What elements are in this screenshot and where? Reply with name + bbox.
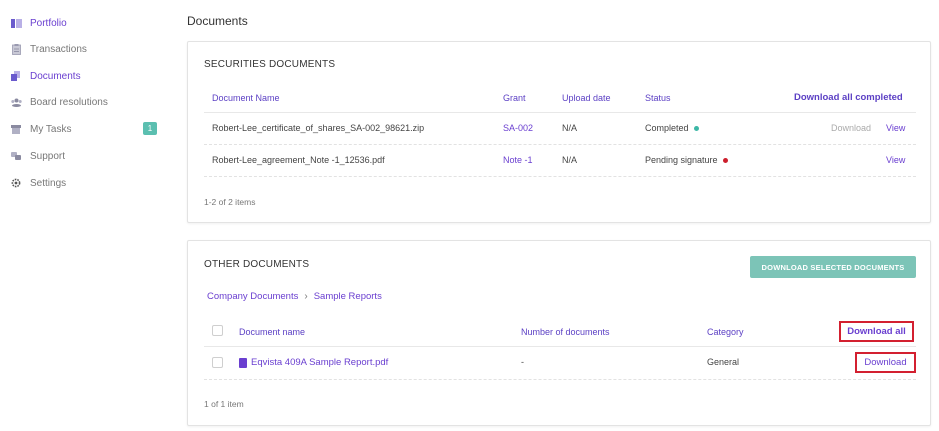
portfolio-icon [10, 17, 22, 29]
sidebar-item-board-resolutions[interactable]: Board resolutions [10, 92, 108, 112]
support-icon [10, 150, 22, 162]
other-documents-card: OTHER DOCUMENTS DOWNLOAD SELECTED DOCUME… [187, 240, 931, 426]
sidebar-item-support[interactable]: Support [10, 146, 65, 166]
pdf-file-icon [239, 357, 247, 368]
upload-date: N/A [562, 123, 578, 133]
row-divider [204, 379, 916, 380]
breadcrumb-sample-reports[interactable]: Sample Reports [314, 291, 382, 302]
sidebar-item-label: Portfolio [30, 17, 67, 29]
status-text: Pending signature [645, 155, 718, 165]
status-text: Completed [645, 123, 689, 133]
sidebar: Portfolio Transactions Documents Board r… [0, 0, 175, 431]
clipboard-icon [10, 43, 22, 55]
page-title: Documents [187, 14, 248, 28]
status-cell: Completed [645, 123, 699, 133]
document-link-label: Eqvista 409A Sample Report.pdf [251, 357, 389, 368]
document-name: Robert-Lee_certificate_of_shares_SA-002_… [212, 123, 425, 133]
gear-icon [10, 177, 22, 189]
sidebar-item-label: My Tasks [30, 123, 72, 135]
grant-link[interactable]: SA-002 [503, 123, 533, 133]
sidebar-item-transactions[interactable]: Transactions [10, 39, 87, 59]
download-button[interactable]: Download [855, 352, 916, 373]
row-divider [204, 176, 916, 177]
download-button-disabled[interactable]: Download [831, 123, 871, 133]
select-all-checkbox[interactable] [212, 325, 223, 336]
column-header-document-name[interactable]: Document Name [212, 93, 280, 103]
pagination-summary: 1 of 1 item [204, 399, 244, 409]
category-cell: General [707, 357, 740, 367]
grant-link[interactable]: Note -1 [503, 155, 533, 165]
sidebar-item-my-tasks[interactable]: My Tasks 1 [10, 119, 170, 139]
row-checkbox[interactable] [212, 357, 223, 368]
pagination-summary: 1-2 of 2 items [204, 197, 256, 207]
other-card-title: OTHER DOCUMENTS [204, 259, 310, 270]
breadcrumb: Company Documents › Sample Reports [207, 291, 382, 302]
sidebar-item-label: Support [30, 150, 66, 162]
board-icon [10, 96, 22, 108]
document-link[interactable]: Eqvista 409A Sample Report.pdf [239, 357, 388, 368]
sidebar-item-portfolio[interactable]: Portfolio [10, 13, 67, 33]
column-header-grant[interactable]: Grant [503, 93, 526, 103]
inbox-icon [10, 123, 22, 135]
header-divider [204, 112, 916, 113]
task-count-badge: 1 [143, 122, 157, 135]
sidebar-item-settings[interactable]: Settings [10, 173, 66, 193]
download-all-link[interactable]: Download all [839, 321, 914, 342]
document-name: Robert-Lee_agreement_Note -1_12536.pdf [212, 155, 385, 165]
view-link[interactable]: View [886, 155, 905, 165]
breadcrumb-company-documents[interactable]: Company Documents [207, 291, 298, 302]
row-divider [204, 144, 916, 145]
sidebar-item-label: Transactions [30, 43, 87, 55]
header-divider [204, 346, 916, 347]
document-count: - [521, 357, 524, 367]
download-selected-documents-button[interactable]: DOWNLOAD SELECTED DOCUMENTS [750, 256, 916, 278]
chevron-right-icon: › [304, 291, 308, 302]
securities-card-title: SECURITIES DOCUMENTS [204, 59, 336, 70]
status-pending-dot [722, 158, 728, 164]
status-completed-dot [693, 126, 699, 132]
documents-icon [10, 70, 22, 82]
upload-date: N/A [562, 155, 578, 165]
download-all-completed-link[interactable]: Download all completed [794, 92, 903, 103]
sidebar-item-label: Documents [30, 70, 81, 82]
view-link[interactable]: View [886, 123, 905, 133]
securities-documents-card: SECURITIES DOCUMENTS Document Name Grant… [187, 41, 931, 223]
sidebar-item-label: Board resolutions [30, 96, 108, 108]
status-cell: Pending signature [645, 155, 728, 165]
column-header-upload-date[interactable]: Upload date [562, 93, 611, 103]
column-header-status[interactable]: Status [645, 93, 671, 103]
column-header-document-name[interactable]: Document name [239, 327, 305, 337]
column-header-category[interactable]: Category [707, 327, 744, 337]
column-header-number-of-documents[interactable]: Number of documents [521, 327, 610, 337]
sidebar-item-documents[interactable]: Documents [10, 66, 81, 86]
sidebar-item-label: Settings [30, 177, 67, 189]
